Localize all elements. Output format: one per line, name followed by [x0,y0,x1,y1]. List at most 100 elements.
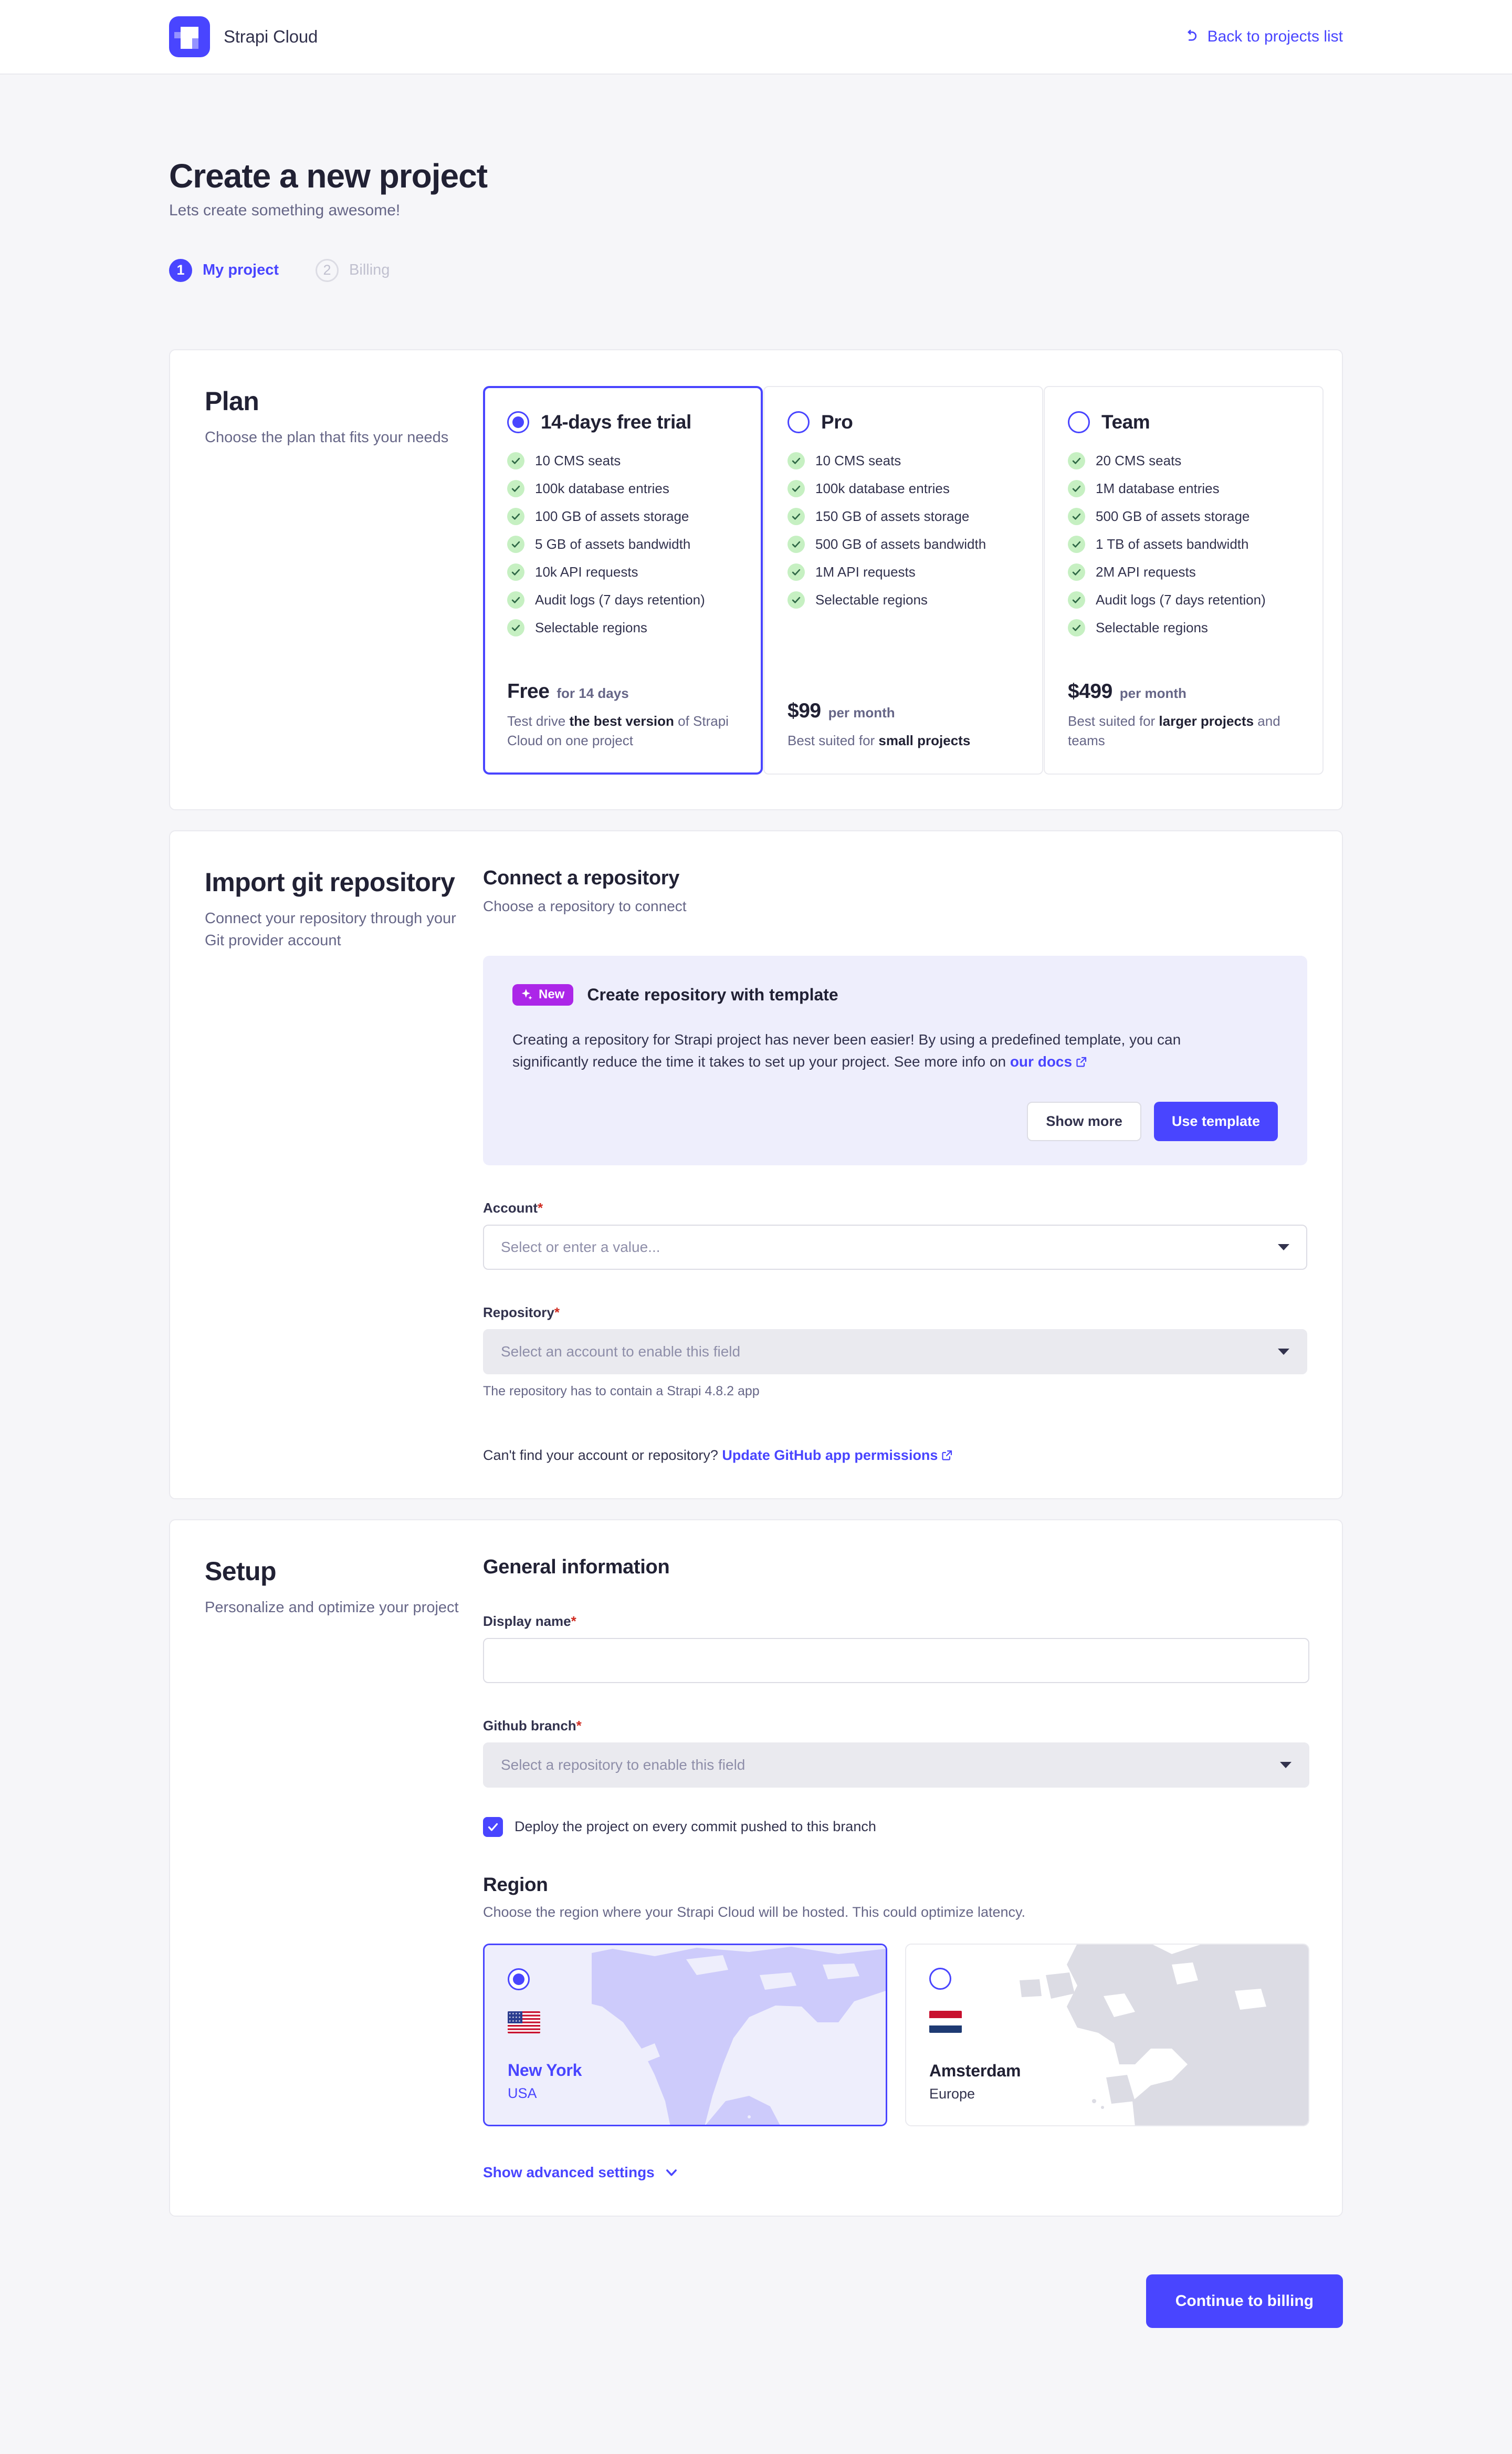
new-badge-label: New [539,988,564,1001]
github-branch-field: Github branch* Select a repository to en… [483,1718,1309,1788]
region-country-europe: Europe [929,2086,1285,2102]
plan-option-trial[interactable]: 14-days free trial 10 CMS seats 100k dat… [483,386,763,775]
continue-to-billing-button[interactable]: Continue to billing [1146,2274,1343,2328]
svg-text:★ ★ ★ ★: ★ ★ ★ ★ [509,2016,521,2019]
back-to-projects-link[interactable]: Back to projects list [1183,28,1343,46]
region-radio-new-york[interactable] [508,1968,530,1990]
sparkle-icon [520,988,534,1001]
display-name-label: Display name* [483,1613,1309,1630]
check-circle-icon [507,508,524,525]
top-bar: Strapi Cloud Back to projects list [0,0,1512,75]
plan-feature: 500 GB of assets bandwidth [788,536,1019,553]
repository-label: Repository* [483,1304,1307,1321]
repository-field: Repository* Select an account to enable … [483,1304,1307,1399]
brand[interactable]: Strapi Cloud [169,16,318,57]
update-github-permissions-link[interactable]: Update GitHub app permissions [722,1447,938,1463]
show-more-button[interactable]: Show more [1027,1102,1141,1141]
plan-feature: Selectable regions [788,591,1019,609]
checkmark-icon [487,1821,499,1833]
plan-name-team: Team [1101,411,1150,433]
check-circle-icon [1068,480,1085,497]
plan-options: 14-days free trial 10 CMS seats 100k dat… [483,386,1324,775]
step-label-my-project: My project [203,262,279,279]
check-circle-icon [507,563,524,581]
plan-feature: Selectable regions [1068,619,1299,636]
external-link-icon [1075,1056,1088,1068]
plan-radio-team[interactable] [1068,411,1090,433]
plan-desc-highlight: larger projects [1159,713,1254,729]
plan-option-team[interactable]: Team 20 CMS seats 1M database entries [1044,386,1324,775]
required-marker: * [576,1718,582,1734]
account-label: Account* [483,1200,1307,1216]
plan-desc-prefix: Best suited for [788,733,878,748]
github-branch-select-value: Select a repository to enable this field [501,1757,745,1773]
plan-feature: 1 TB of assets bandwidth [1068,536,1299,553]
plan-option-pro[interactable]: Pro 10 CMS seats 100k database entries [763,386,1043,775]
connect-repository-desc: Choose a repository to connect [483,898,1307,915]
step-my-project[interactable]: 1 My project [169,259,279,282]
plan-feature-label: 2M API requests [1096,564,1196,580]
chevron-down-icon [1278,1349,1289,1355]
plan-feature: 2M API requests [1068,563,1299,581]
connect-repository-title: Connect a repository [483,867,1307,890]
svg-text:★ ★ ★ ★: ★ ★ ★ ★ [509,2020,521,2023]
plan-feature-label: 10k API requests [535,564,638,580]
region-description: Choose the region where your Strapi Clou… [483,1904,1309,1920]
use-template-button[interactable]: Use template [1154,1102,1278,1141]
plan-feature: 150 GB of assets storage [788,508,1019,525]
plan-feature: 100k database entries [507,480,739,497]
region-option-new-york[interactable]: ★ ★ ★ ★★ ★ ★ ★★ ★ ★ ★ New York USA [483,1944,887,2126]
required-marker: * [554,1304,560,1320]
plan-feature-label: 150 GB of assets storage [815,508,969,525]
git-section-heading: Import git repository [205,867,462,898]
us-flag-icon: ★ ★ ★ ★★ ★ ★ ★★ ★ ★ ★ [508,2011,540,2033]
check-circle-icon [1068,452,1085,469]
plan-description: Best suited for larger projects and team… [1068,712,1299,750]
plan-price: $499 [1068,680,1112,703]
external-link-icon [941,1449,953,1461]
plan-feature: Audit logs (7 days retention) [507,591,739,609]
plan-feature: 100 GB of assets storage [507,508,739,525]
github-branch-select[interactable]: Select a repository to enable this field [483,1742,1309,1788]
region-country-usa: USA [508,2085,863,2102]
plan-radio-trial[interactable] [507,411,529,433]
plan-feature-label: 1M database entries [1096,481,1220,497]
region-option-amsterdam[interactable]: Amsterdam Europe [905,1944,1309,2126]
plan-desc-prefix: Test drive [507,713,570,729]
our-docs-link[interactable]: our docs [1010,1053,1072,1070]
display-name-input[interactable] [483,1638,1309,1683]
show-advanced-settings-label: Show advanced settings [483,2164,655,2181]
region-header: Region Choose the region where your Stra… [483,1874,1309,1920]
brand-name: Strapi Cloud [224,27,318,47]
check-circle-icon [1068,619,1085,636]
page-subtitle: Lets create something awesome! [169,202,1343,220]
required-marker: * [538,1200,543,1216]
plan-feature: Selectable regions [507,619,739,636]
repository-select[interactable]: Select an account to enable this field [483,1329,1307,1374]
deploy-on-commit-row[interactable]: Deploy the project on every commit pushe… [483,1817,1309,1837]
plan-feature: 100k database entries [788,480,1019,497]
chevron-down-icon [1280,1762,1292,1768]
show-advanced-settings-toggle[interactable]: Show advanced settings [483,2164,1309,2181]
plan-feature-label: 500 GB of assets storage [1096,508,1250,525]
check-circle-icon [788,452,805,469]
plan-section-intro: Plan Choose the plan that fits your need… [205,386,483,775]
deploy-on-commit-checkbox[interactable] [483,1817,503,1837]
return-arrow-icon [1183,29,1199,45]
plan-feature: 10 CMS seats [507,452,739,469]
plan-feature: 10 CMS seats [788,452,1019,469]
region-title: Region [483,1874,1309,1896]
region-radio-amsterdam[interactable] [929,1968,951,1990]
plan-features-team: 20 CMS seats 1M database entries 500 GB … [1068,452,1299,636]
check-circle-icon [788,563,805,581]
region-city-amsterdam: Amsterdam [929,2061,1285,2081]
chevron-down-icon [1278,1244,1289,1250]
plan-radio-pro[interactable] [788,411,810,433]
plan-feature: 1M database entries [1068,480,1299,497]
step-billing[interactable]: 2 Billing [316,259,390,282]
strapi-logo-icon [169,16,210,57]
deploy-on-commit-label: Deploy the project on every commit pushe… [514,1819,876,1835]
step-number-1: 1 [169,259,192,282]
account-select[interactable]: Select or enter a value... [483,1225,1307,1270]
plan-feature: 5 GB of assets bandwidth [507,536,739,553]
